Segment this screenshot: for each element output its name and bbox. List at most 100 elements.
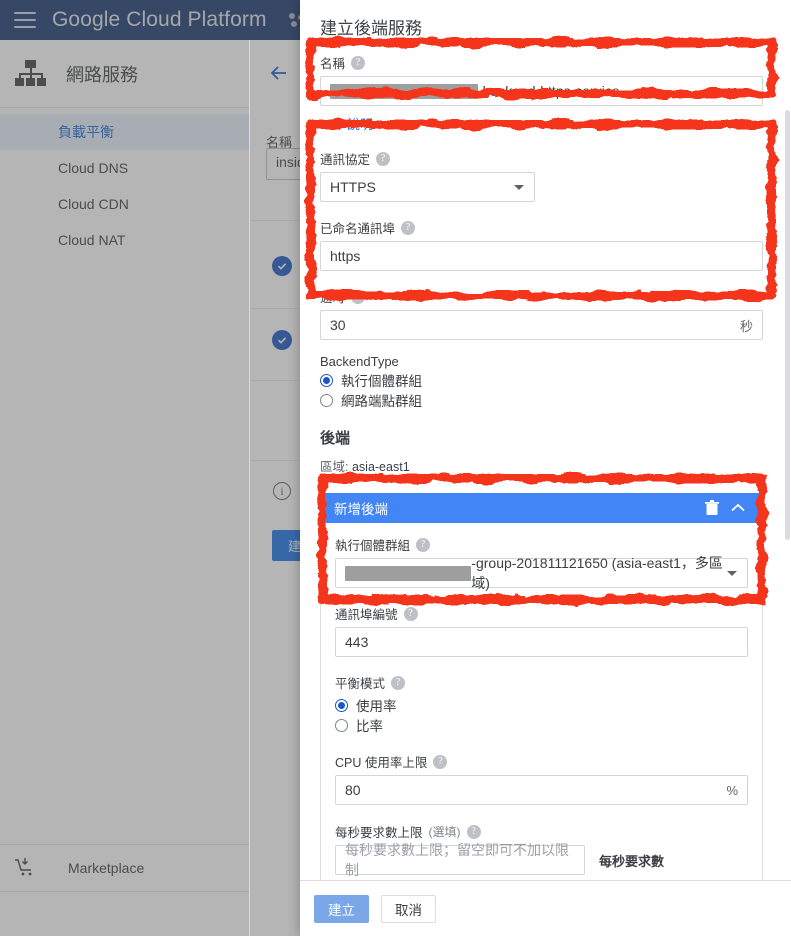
create-button[interactable]: 建立 [314, 894, 369, 923]
cpu-limit-label-row: CPU 使用率上限 ? [335, 752, 748, 771]
balancing-mode-label: 平衡模式 [335, 677, 386, 691]
sidebar-item-label: Cloud DNS [58, 160, 129, 176]
radio-icon [335, 698, 348, 712]
region-label: 區域: [320, 460, 349, 474]
dialog-footer: 建立 取消 [300, 880, 791, 936]
help-icon[interactable]: ? [391, 675, 406, 690]
dialog-scroll-area: 建立後端服務 名稱 ? -backend-https-service 說明 通訊… [300, 0, 791, 880]
rps-limit-row: 每秒要求數上限；留空即可不加以限制 每秒要求數 [335, 842, 748, 878]
create-backend-service-dialog: 建立後端服務 名稱 ? -backend-https-service 說明 通訊… [300, 0, 791, 936]
port-number-value: 443 [345, 634, 369, 650]
help-icon[interactable]: ? [466, 824, 481, 839]
named-port-input[interactable]: https [320, 241, 763, 271]
rps-limit-optional: (選填) [428, 825, 461, 839]
cpu-limit-value: 80 [345, 782, 361, 798]
balancing-mode-option-rate[interactable]: 比率 [335, 716, 748, 734]
balancing-mode-option-utilization[interactable]: 使用率 [335, 696, 748, 714]
redacted-text [345, 565, 472, 581]
backend-type-option-instance-group[interactable]: 執行個體群組 [320, 371, 763, 389]
protocol-label-row: 通訊協定 ? [320, 149, 763, 168]
backend-type-radio-group: 執行個體群組 網路端點群組 [320, 371, 763, 409]
help-icon[interactable]: ? [433, 754, 448, 769]
step-indicator-2 [272, 330, 292, 350]
timeout-input[interactable]: 30 秒 [320, 310, 763, 340]
step-indicator-4: i [272, 482, 291, 500]
port-number-label-row: 通訊埠編號 ? [335, 604, 748, 623]
radio-icon [335, 718, 348, 732]
left-navigation: 網路服務 負載平衡 Cloud DNS Cloud CDN Cloud NAT [0, 40, 250, 936]
instance-group-label: 執行個體群組 [335, 539, 411, 553]
instance-group-select[interactable]: -group-201811121650 (asia-east1，多區域) [335, 555, 748, 591]
chevron-double-down-icon [328, 118, 340, 130]
radio-label: 網路端點群組 [341, 394, 422, 409]
sidebar-item-marketplace[interactable]: Marketplace [0, 844, 249, 892]
add-backend-card-body: 執行個體群組 ? -group-201811121650 (asia-east1… [320, 523, 763, 880]
trash-icon[interactable] [699, 500, 725, 516]
named-port-value: https [330, 248, 361, 264]
sidebar-item-load-balancing[interactable]: 負載平衡 [0, 114, 249, 150]
description-toggle-label: 說明 [347, 117, 374, 132]
timeout-value: 30 [330, 317, 346, 333]
left-nav-list: 負載平衡 Cloud DNS Cloud CDN Cloud NAT [0, 108, 249, 258]
sidebar-item-cloud-nat[interactable]: Cloud NAT [0, 222, 249, 258]
chevron-down-icon [514, 185, 524, 190]
rps-limit-input[interactable]: 每秒要求數上限；留空即可不加以限制 [335, 842, 585, 878]
step-indicator-3 [272, 408, 275, 426]
timeout-label: 逾時 [320, 291, 346, 305]
protocol-select-value: HTTPS [330, 179, 376, 195]
backend-section-heading: 後端 [320, 430, 351, 447]
timeout-suffix: 秒 [739, 318, 753, 334]
protocol-select[interactable]: HTTPS [320, 172, 535, 202]
sidebar-item-label: 負載平衡 [58, 124, 114, 140]
redacted-text [330, 83, 478, 99]
help-icon[interactable]: ? [416, 537, 431, 552]
instance-group-label-row: 執行個體群組 ? [335, 535, 748, 554]
sidebar-item-cloud-dns[interactable]: Cloud DNS [0, 150, 249, 186]
balancing-mode-label-row: 平衡模式 ? [335, 673, 748, 692]
network-services-icon [14, 59, 48, 88]
help-icon[interactable]: ? [351, 289, 366, 304]
help-icon[interactable]: ? [401, 220, 416, 235]
left-nav-title: 網路服務 [66, 64, 138, 85]
check-circle-icon [272, 330, 292, 350]
arrow-back-icon[interactable] [266, 60, 292, 86]
sidebar-item-label: Cloud NAT [58, 232, 126, 248]
named-port-label: 已命名通訊埠 [320, 222, 396, 236]
sidebar-item-label: Marketplace [68, 860, 145, 876]
cancel-button[interactable]: 取消 [381, 894, 436, 923]
check-circle-icon [272, 256, 292, 276]
port-number-input[interactable]: 443 [335, 627, 748, 657]
chevron-down-icon [727, 571, 737, 576]
name-input[interactable]: -backend-https-service [320, 76, 763, 106]
backend-type-label: BackendType [320, 354, 399, 369]
left-nav-header: 網路服務 [0, 40, 249, 108]
chevron-up-icon[interactable] [725, 502, 751, 514]
add-backend-card: 新增後端 執行個體群組 ? -group-201811121650 (asia-… [320, 493, 763, 880]
name-input-value: -backend-https-service [478, 83, 620, 99]
cpu-limit-label: CPU 使用率上限 [335, 756, 428, 770]
timeout-label-row: 逾時 ? [320, 287, 763, 306]
region-value: asia-east1 [351, 460, 410, 474]
help-icon[interactable]: ? [351, 55, 366, 70]
backend-type-option-neg[interactable]: 網路端點群組 [320, 391, 763, 409]
sidebar-item-cloud-cdn[interactable]: Cloud CDN [0, 186, 249, 222]
name-label: 名稱 [320, 57, 346, 71]
protocol-label: 通訊協定 [320, 153, 371, 167]
named-port-label-row: 已命名通訊埠 ? [320, 218, 763, 237]
port-number-label: 通訊埠編號 [335, 608, 398, 622]
rps-limit-suffix: 每秒要求數 [599, 853, 665, 869]
dialog-title: 建立後端服務 [320, 19, 422, 38]
description-toggle[interactable]: 說明 [328, 114, 763, 133]
rps-limit-label-row: 每秒要求數上限 (選填) ? [335, 822, 748, 841]
info-circle-icon: i [273, 482, 291, 500]
dialog-scrollbar[interactable] [785, 0, 790, 880]
step-indicator-1 [272, 256, 292, 276]
instance-group-value: -group-201811121650 (asia-east1，多區域) [471, 555, 723, 591]
radio-icon [320, 393, 333, 407]
help-icon[interactable]: ? [376, 151, 391, 166]
hamburger-menu-icon[interactable] [14, 12, 36, 28]
add-backend-card-header: 新增後端 [320, 493, 763, 523]
cpu-limit-input[interactable]: 80 % [335, 775, 748, 805]
help-icon[interactable]: ? [403, 606, 418, 621]
add-backend-card-title: 新增後端 [334, 502, 388, 517]
